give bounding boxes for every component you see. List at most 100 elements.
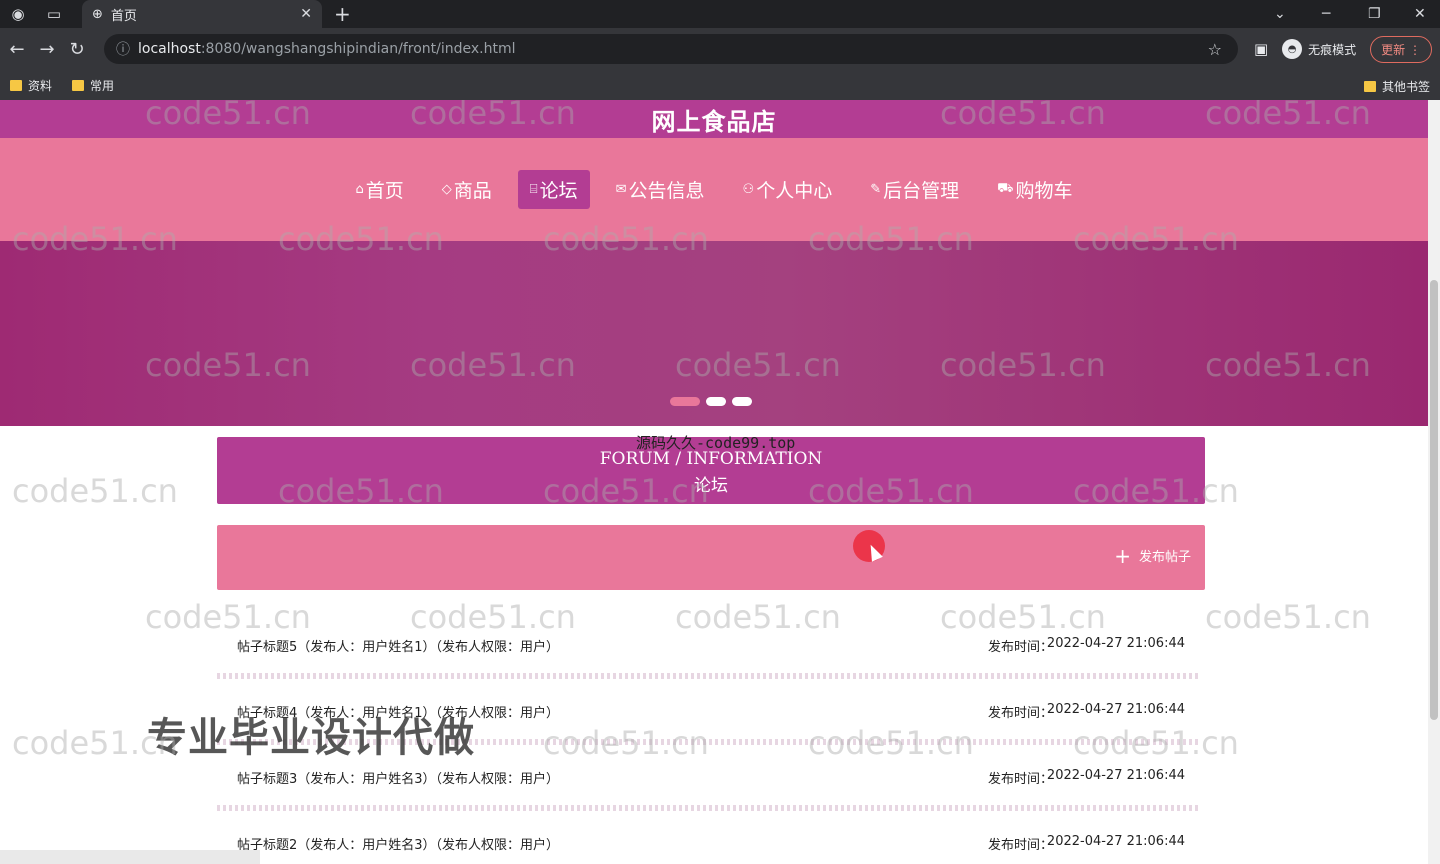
plus-icon: + xyxy=(1114,543,1131,568)
watermark: code51.cn xyxy=(940,598,1106,636)
page-viewport: 网上食品店 ⌂ 首页 ◇ 商品 ⌸ 论坛 ✉ 公告信息 ⚇ 个人中心 ✎ 后台管理 ⛟ 购物车… xyxy=(0,100,1428,864)
gift-icon: ⌸ xyxy=(529,182,538,197)
scrollbar-thumb[interactable] xyxy=(1430,280,1438,720)
chevron-down-icon[interactable]: ⌄ xyxy=(1274,0,1286,28)
folder-icon xyxy=(1363,81,1376,92)
post-time: 2022-04-27 21:06:44 xyxy=(1046,768,1185,783)
bookmark-folder-2[interactable]: 常用 xyxy=(72,77,114,94)
publish-post-label: 发布帖子 xyxy=(1138,550,1191,565)
main-nav: ⌂ 首页 ◇ 商品 ⌸ 论坛 ✉ 公告信息 ⚇ 个人中心 ✎ 后台管理 ⛟ 购物车 xyxy=(0,138,1428,241)
post-time: 2022-04-27 21:06:44 xyxy=(1046,834,1185,849)
info-icon[interactable]: ⓘ xyxy=(116,39,130,59)
watermark: code51.cn xyxy=(410,598,576,636)
nav-label: 个人中心 xyxy=(756,180,833,202)
tag-icon: ◇ xyxy=(441,182,452,197)
incognito-label: 无痕模式 xyxy=(1308,42,1357,57)
watermark: code51.cn xyxy=(145,598,311,636)
carousel-dots xyxy=(670,397,752,406)
carousel-dot-1[interactable] xyxy=(670,397,700,406)
page-scrollbar[interactable] xyxy=(1428,100,1440,864)
nav-item-notices[interactable]: ✉ 公告信息 xyxy=(604,170,717,209)
post-title[interactable]: 帖子标题5（发布人：用户姓名1）（发布人权限：用户） xyxy=(237,636,559,655)
close-icon[interactable]: ✕ xyxy=(300,6,312,22)
overlay-watermark-text: 源码久久-code99.top xyxy=(636,434,796,452)
other-bookmarks-label: 其他书签 xyxy=(1381,80,1430,94)
row-divider xyxy=(217,673,1199,679)
tab-search-icon[interactable]: ▭ xyxy=(36,0,72,28)
post-time-label: 发布时间： xyxy=(987,640,1053,655)
post-title[interactable]: 帖子标题2（发布人：用户姓名3）（发布人权限：用户） xyxy=(237,834,559,853)
minimize-button[interactable]: ─ xyxy=(1322,0,1330,28)
row-divider xyxy=(217,805,1199,811)
browser-tab-strip: ◉ ▭ ⊕ 首页 ✕ + ⌄ ─ ❐ ✕ xyxy=(0,0,1440,28)
bookmarks-bar: 资料 常用 其他书签 xyxy=(0,70,1440,100)
new-tab-button[interactable]: + xyxy=(334,2,351,26)
cart-icon: ⛟ xyxy=(997,181,1014,196)
watermark: code51.cn xyxy=(12,472,178,510)
post-time: 2022-04-27 21:06:44 xyxy=(1046,636,1185,651)
url-path: :8080/wangshangshipindian/front/index.ht… xyxy=(200,41,516,57)
star-icon[interactable]: ☆ xyxy=(1208,40,1222,59)
nav-label: 首页 xyxy=(365,180,404,202)
section-title-cn: 论坛 xyxy=(694,476,728,496)
nav-label: 商品 xyxy=(453,180,492,202)
post-time-label: 发布时间： xyxy=(987,838,1053,853)
forward-button[interactable]: → xyxy=(32,39,62,60)
list-item[interactable]: 帖子标题3（发布人：用户姓名3）（发布人权限：用户） 发布时间： 2022-04… xyxy=(237,768,1185,808)
update-label: 更新 xyxy=(1381,42,1406,57)
folder-icon xyxy=(10,79,22,91)
status-bar xyxy=(0,850,260,864)
other-bookmarks[interactable]: 其他书签 xyxy=(1363,78,1430,95)
update-button[interactable]: 更新 ⋮ xyxy=(1370,35,1432,63)
list-item[interactable]: 帖子标题5（发布人：用户姓名1）（发布人权限：用户） 发布时间： 2022-04… xyxy=(237,636,1185,676)
address-toolbar: ← → ↻ ⓘ localhost:8080/wangshangshipindi… xyxy=(0,28,1440,70)
nav-item-products[interactable]: ◇ 商品 xyxy=(430,170,504,209)
site-title: 网上食品店 xyxy=(651,107,777,136)
browser-menu-icon[interactable]: ◉ xyxy=(0,0,36,28)
promo-overlay-text: 专业毕业设计代做 xyxy=(147,715,475,761)
toolbar-right: ▣ ◓ 无痕模式 更新 ⋮ xyxy=(1254,34,1432,64)
sidebar-icon[interactable]: ▣ xyxy=(1254,40,1268,58)
restore-button[interactable]: ❐ xyxy=(1368,0,1381,28)
back-button[interactable]: ← xyxy=(2,39,32,60)
site-header: 网上食品店 xyxy=(0,100,1428,138)
nav-item-admin[interactable]: ✎ 后台管理 xyxy=(858,170,971,209)
bookmark-label: 资料 xyxy=(28,78,53,93)
post-time-label: 发布时间： xyxy=(987,772,1053,787)
reload-button[interactable]: ↻ xyxy=(62,39,92,60)
nav-label: 论坛 xyxy=(539,180,578,202)
tab-title: 首页 xyxy=(110,8,137,24)
post-time: 2022-04-27 21:06:44 xyxy=(1046,702,1185,717)
bookmark-label: 常用 xyxy=(90,78,115,93)
watermark: code51.cn xyxy=(1205,598,1371,636)
carousel-dot-2[interactable] xyxy=(706,397,726,406)
publish-post-button[interactable]: + 发布帖子 xyxy=(1114,543,1191,568)
url-host: localhost xyxy=(138,41,201,57)
carousel-dot-3[interactable] xyxy=(732,397,752,406)
incognito-indicator[interactable]: ◓ 无痕模式 xyxy=(1282,39,1356,59)
nav-item-forum[interactable]: ⌸ 论坛 xyxy=(517,170,590,209)
list-item[interactable]: 帖子标题2（发布人：用户姓名3）（发布人权限：用户） 发布时间： 2022-04… xyxy=(237,834,1185,864)
post-title[interactable]: 帖子标题3（发布人：用户姓名3）（发布人权限：用户） xyxy=(237,768,559,787)
nav-label: 后台管理 xyxy=(883,180,960,202)
link-icon: ✎ xyxy=(870,182,882,197)
nav-item-cart[interactable]: ⛟ 购物车 xyxy=(985,170,1084,209)
home-icon: ⌂ xyxy=(355,182,364,197)
mail-icon: ✉ xyxy=(615,182,627,197)
banner-carousel xyxy=(0,241,1428,426)
user-icon: ⚇ xyxy=(742,182,755,197)
globe-icon: ⊕ xyxy=(92,6,103,22)
nav-label: 购物车 xyxy=(1015,180,1073,202)
post-time-label: 发布时间： xyxy=(987,706,1053,721)
nav-label: 公告信息 xyxy=(628,180,705,202)
incognito-icon: ◓ xyxy=(1282,39,1303,59)
folder-icon xyxy=(72,79,85,91)
browser-tab[interactable]: ⊕ 首页 ✕ xyxy=(82,0,322,28)
nav-item-home[interactable]: ⌂ 首页 xyxy=(343,170,415,209)
nav-item-profile[interactable]: ⚇ 个人中心 xyxy=(731,170,845,209)
bookmark-folder-1[interactable]: 资料 xyxy=(10,77,52,94)
forum-action-bar: + 发布帖子 xyxy=(217,525,1205,590)
watermark: code51.cn xyxy=(675,598,841,636)
url-input[interactable]: ⓘ localhost:8080/wangshangshipindian/fro… xyxy=(104,34,1238,64)
window-close-button[interactable]: ✕ xyxy=(1414,0,1426,28)
